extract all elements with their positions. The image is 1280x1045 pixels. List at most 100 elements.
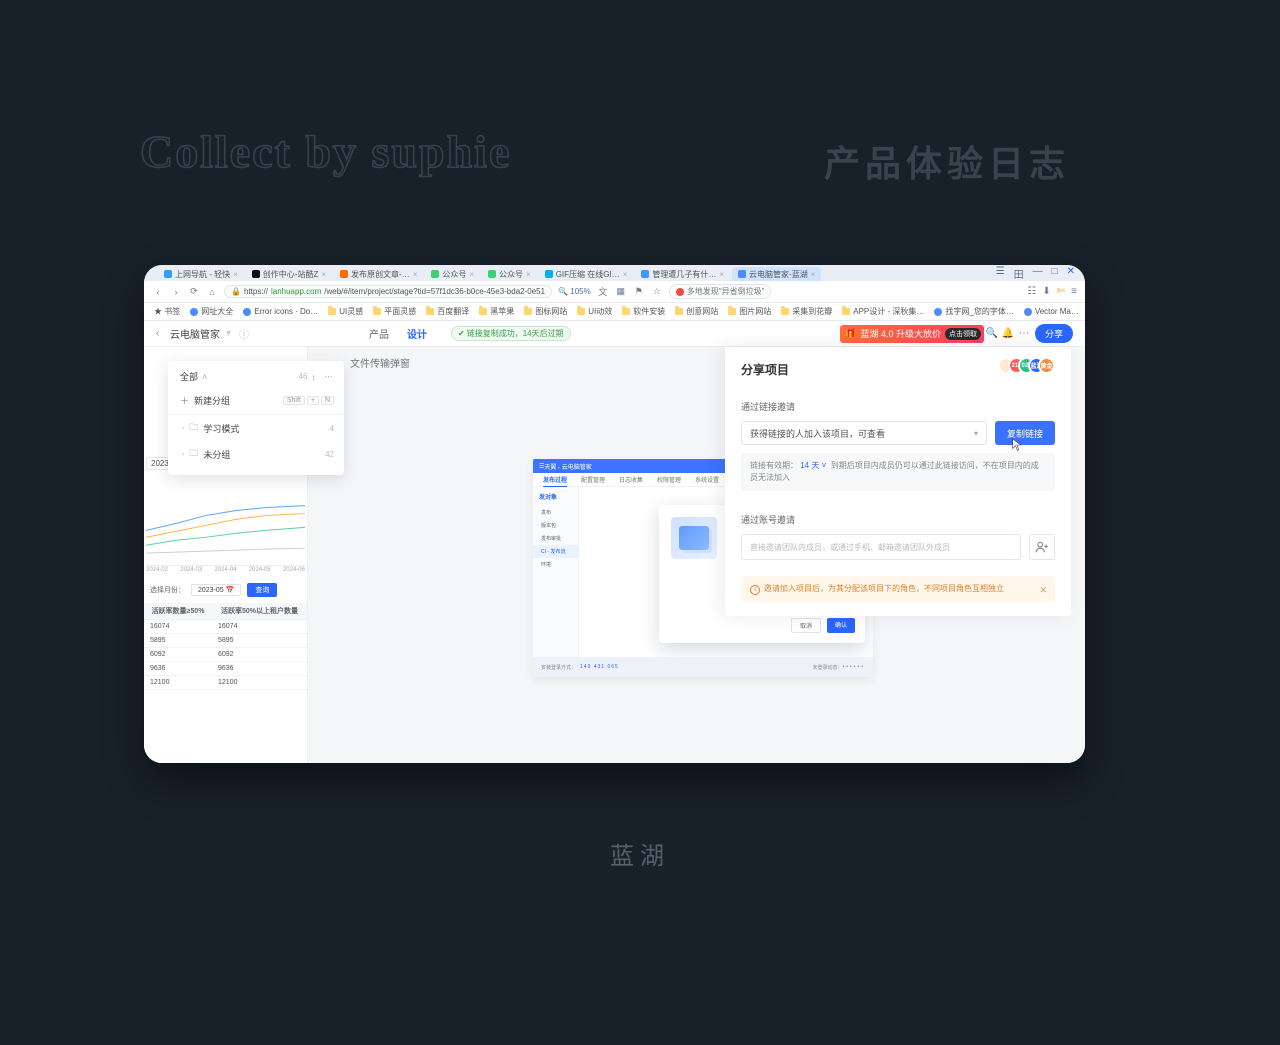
key-n: N	[321, 396, 334, 405]
qr-icon[interactable]: ▦	[615, 286, 627, 297]
xtick: 2024-06	[283, 567, 305, 573]
promo-cta[interactable]: 点击领取	[945, 328, 981, 340]
mock-nav-item[interactable]: 配置管理	[581, 475, 605, 484]
info-icon[interactable]: ⓘ	[239, 326, 249, 341]
window-control[interactable]: □	[1052, 266, 1058, 281]
chevron-down-icon[interactable]: ▾	[226, 328, 231, 339]
group-row[interactable]: › 🗀 学习模式 4	[168, 415, 344, 441]
mock-nav-item[interactable]: 发布过程	[543, 475, 567, 484]
more-dots-icon[interactable]: ⋯	[324, 371, 334, 382]
bookmark-item[interactable]: 采集到花瓣	[781, 306, 832, 317]
mock-side-item[interactable]: CI · 发布流	[533, 545, 578, 558]
bookmark-item[interactable]: UI动效	[577, 306, 612, 317]
bell-icon[interactable]: 🔔	[1000, 328, 1016, 339]
browser-address-bar: ‹ › ⟳ ⌂ 🔒 https://lanhuapp.com/web/#/ite…	[144, 281, 1085, 303]
bookmark-item[interactable]: 找字网_您的字体…	[934, 306, 1013, 317]
nav-home-icon[interactable]: ⌂	[206, 287, 218, 297]
bookmark-item[interactable]: 黑苹果	[479, 306, 514, 317]
omnibox-search[interactable]: 多地发现"异省倒垃圾"	[669, 284, 772, 299]
chevron-up-icon[interactable]: ˄	[202, 372, 207, 382]
window-control[interactable]: ☰	[996, 266, 1005, 281]
sort-icon[interactable]: ↕	[312, 372, 317, 382]
nav-back-icon[interactable]: ‹	[152, 287, 164, 297]
chevron-down-icon: ▾	[974, 429, 978, 438]
bookmark-item[interactable]: APP设计 - 深秋集…	[842, 306, 924, 317]
browser-tab[interactable]: 公众号 ×	[425, 267, 480, 281]
xtick: 2024-05	[249, 567, 271, 573]
bookmark-item[interactable]: 软件安装	[622, 306, 665, 317]
tab-product[interactable]: 产品	[369, 326, 389, 341]
bookmark-item[interactable]: 图标网站	[524, 306, 567, 317]
add-member-button[interactable]	[1029, 534, 1055, 560]
bookmarks-bar: ★ 书签网址大全 Error icons · Do… UI灵感平面灵感百度翻译黑苹果…	[144, 303, 1085, 321]
new-group-row[interactable]: ＋ 新建分组 Shift + N	[168, 389, 344, 415]
bookmark-item[interactable]: Vector Ma…	[1024, 307, 1079, 316]
month-select[interactable]: 2023-05 📅	[191, 584, 241, 596]
zoom-indicator[interactable]: 🔍 105%	[558, 287, 591, 296]
extension-icon[interactable]: ☷	[1027, 286, 1036, 297]
mock-side-item[interactable]: 环境	[533, 558, 578, 571]
mock-side-item[interactable]: 发布	[533, 506, 578, 519]
key-plus: +	[307, 396, 319, 405]
mock-side-item[interactable]: 版本包	[533, 519, 578, 532]
avatar[interactable]: 黄金	[1038, 357, 1055, 374]
group-row[interactable]: › 🗀 未分组 42	[168, 441, 344, 467]
window-control[interactable]: ✕	[1067, 266, 1075, 281]
bookmark-root[interactable]: ★ 书签	[154, 306, 180, 317]
mock-side-item[interactable]: 发布审批	[533, 532, 578, 545]
info-icon: i	[750, 585, 760, 595]
browser-tab[interactable]: 上网导航 - 轻快 ×	[158, 267, 244, 281]
xtick: 2024-02	[146, 567, 168, 573]
flag-icon[interactable]: ⚑	[633, 286, 645, 297]
browser-tab[interactable]: 发布原创文章-… ×	[334, 267, 423, 281]
group-title[interactable]: 全部	[180, 370, 198, 383]
nav-reload-icon[interactable]: ⟳	[188, 286, 200, 297]
share-button[interactable]: 分享	[1035, 324, 1073, 343]
promo-banner[interactable]: 🎁 蓝湖 4.0 升级大放价 点击领取	[840, 325, 984, 343]
xtick: 2024-03	[180, 567, 202, 573]
group-panel: 全部 ˄ 46 ↕ ⋯ ＋ 新建分组 Shift + N ›	[168, 361, 344, 475]
mock-nav-item[interactable]: 权限管理	[657, 475, 681, 484]
window-control[interactable]: —	[1033, 266, 1043, 281]
th-1: 活跃率数量≥50%	[144, 603, 212, 620]
star-icon[interactable]: ☆	[651, 286, 663, 297]
permission-select[interactable]: 获得链接的人加入该项目，可查看 ▾	[741, 421, 987, 445]
copy-link-button[interactable]: 复制链接	[995, 421, 1055, 445]
member-avatars[interactable]: 217 028 蓝湖 黄金	[1005, 357, 1055, 374]
translate-icon[interactable]: 文	[597, 285, 609, 298]
bookmark-item[interactable]: UI灵感	[328, 306, 363, 317]
lock-icon: 🔒	[231, 287, 241, 296]
menu-icon[interactable]: ≡	[1071, 286, 1077, 297]
bookmark-item[interactable]: 网址大全	[190, 306, 233, 317]
download-icon[interactable]: ⬇	[1042, 286, 1050, 297]
query-button[interactable]: 查询	[247, 583, 277, 597]
mock-cancel-button[interactable]: 取消	[791, 618, 821, 633]
scissors-icon[interactable]: ✄	[1057, 286, 1065, 297]
bookmark-item[interactable]: 图片网站	[728, 306, 771, 317]
expiry-select[interactable]: 14 天 ˅	[800, 461, 826, 470]
browser-tab[interactable]: 公众号 ×	[482, 267, 537, 281]
bookmark-item[interactable]: 百度翻译	[426, 306, 469, 317]
browser-tab[interactable]: GIF压缩 在线GI… ×	[539, 267, 634, 281]
mock-ok-button[interactable]: 确认	[827, 618, 855, 633]
browser-tab[interactable]: 创作中心-站酷Z ×	[246, 267, 332, 281]
search-icon[interactable]: 🔍	[984, 328, 1000, 339]
close-icon[interactable]: ✕	[1039, 584, 1047, 598]
bookmark-item[interactable]: Error icons · Do…	[243, 307, 318, 316]
invite-input[interactable]: 直接邀请团队内成员，或通过手机、邮箱邀请团队外成员	[741, 534, 1021, 560]
mock-nav-item[interactable]: 系统设置	[695, 475, 719, 484]
more-icon[interactable]: ⋯	[1016, 328, 1032, 339]
url-field[interactable]: 🔒 https://lanhuapp.com/web/#/item/projec…	[224, 285, 552, 298]
back-icon[interactable]: ‹	[156, 328, 170, 339]
browser-tab[interactable]: 云电脑管家-蓝湖 ×	[732, 267, 821, 281]
browser-tab[interactable]: 管理遭几子有什… ×	[635, 267, 730, 281]
mock-nav-item[interactable]: 日志收集	[619, 475, 643, 484]
month-label: 选择月份：	[150, 585, 185, 595]
bookmark-item[interactable]: 创意网站	[675, 306, 718, 317]
tab-design[interactable]: 设计	[407, 326, 427, 341]
nav-forward-icon[interactable]: ›	[170, 287, 182, 297]
bookmark-item[interactable]: 平面灵感	[373, 306, 416, 317]
window-control[interactable]: 田	[1014, 266, 1024, 281]
stats-table: 活跃率数量≥50% 活跃率50%以上租户数量 16074160745895589…	[144, 603, 307, 690]
folder-icon: 🗀	[189, 420, 198, 436]
